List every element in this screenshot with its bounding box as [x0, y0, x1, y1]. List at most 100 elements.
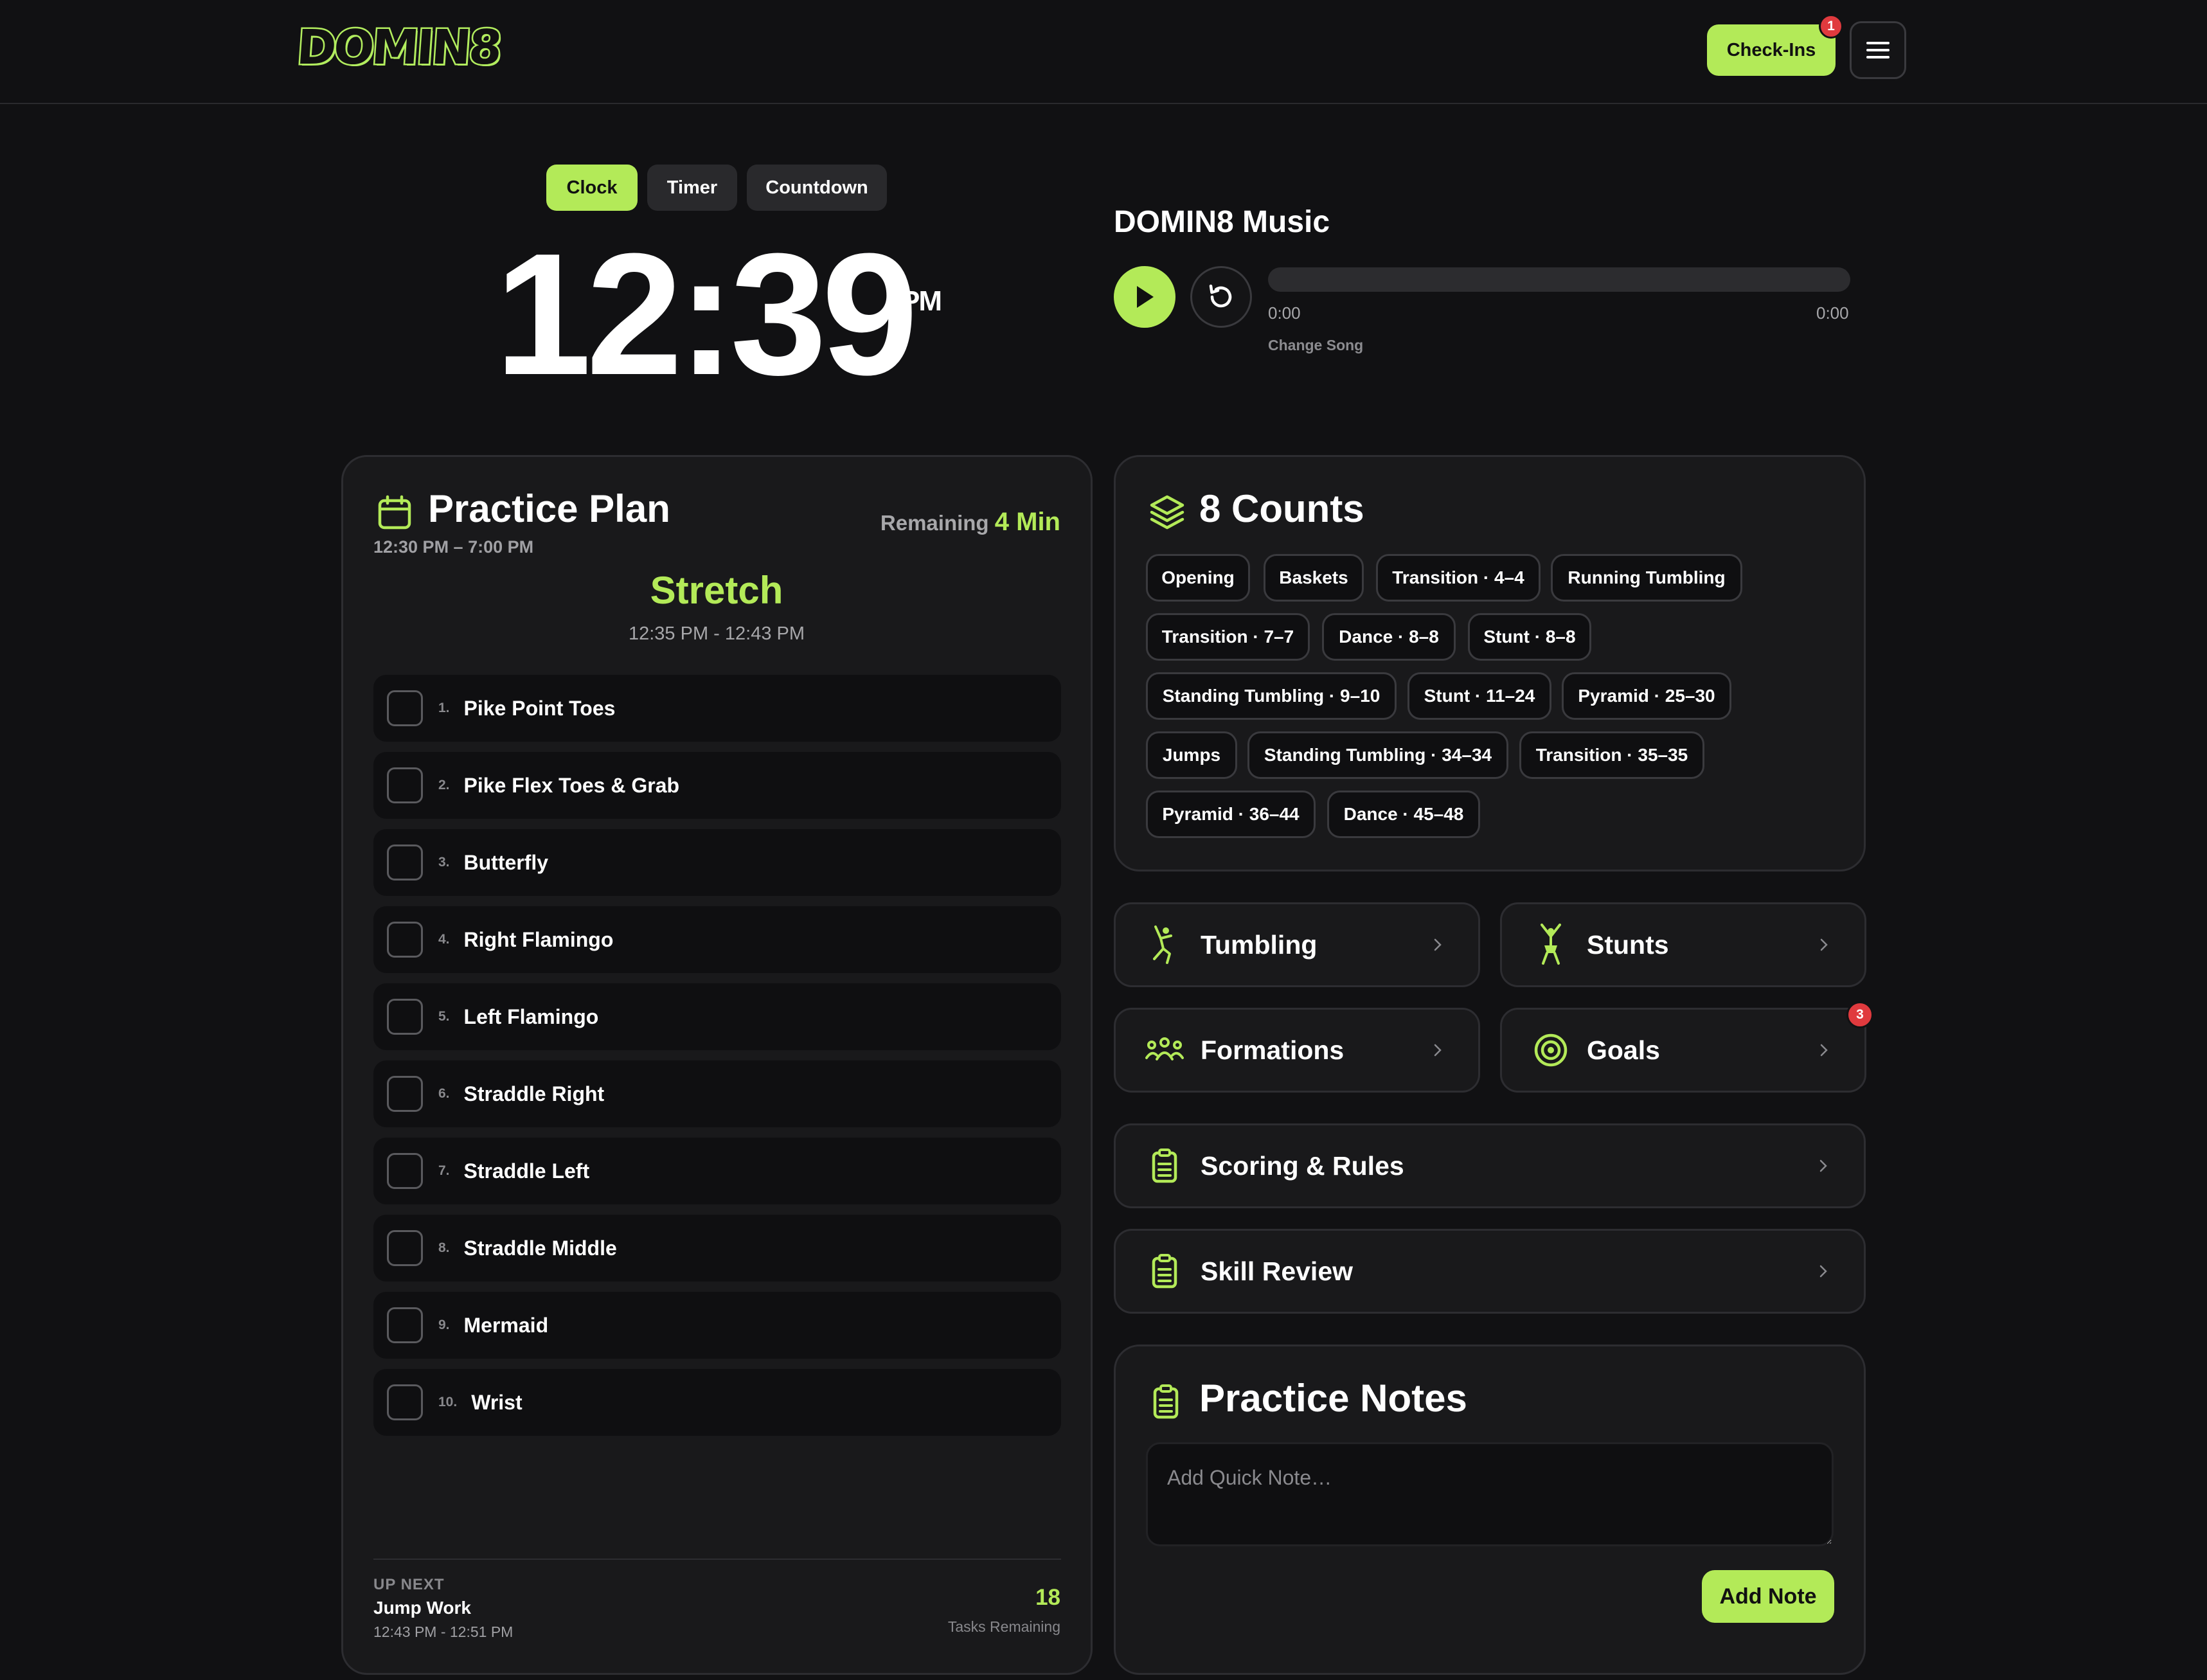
tab-countdown[interactable]: Countdown: [747, 165, 887, 211]
up-next-time: 12:43 PM - 12:51 PM: [373, 1623, 514, 1640]
task-number: 5.: [438, 1009, 450, 1024]
goals-label: Goals: [1587, 1035, 1660, 1065]
logo[interactable]: DOMIN8: [293, 18, 503, 77]
music-duration: 0:00: [1816, 303, 1849, 323]
task-row[interactable]: 5. Left Flamingo: [373, 983, 1061, 1050]
task-name: Pike Flex Toes & Grab: [463, 773, 680, 797]
count-chip[interactable]: Dance · 45–48: [1327, 791, 1480, 838]
scoring-rules-label: Scoring & Rules: [1201, 1150, 1404, 1181]
chevron-right-icon: [1819, 1265, 1827, 1278]
count-chip[interactable]: Stunt · 8–8: [1468, 613, 1591, 661]
count-chip[interactable]: Standing Tumbling · 9–10: [1146, 672, 1397, 720]
check-ins-badge: 1: [1819, 14, 1843, 39]
clipboard-icon: [1144, 1145, 1185, 1186]
stunts-tile[interactable]: Stunts: [1500, 902, 1866, 987]
skill-review-label: Skill Review: [1201, 1256, 1354, 1286]
check-ins-label: Check-Ins: [1726, 39, 1816, 60]
task-row[interactable]: 7. Straddle Left: [373, 1138, 1061, 1204]
task-row[interactable]: 4. Right Flamingo: [373, 906, 1061, 973]
task-number: 3.: [438, 855, 450, 870]
count-chip[interactable]: Transition · 35–35: [1519, 731, 1704, 779]
add-note-button[interactable]: Add Note: [1702, 1570, 1834, 1623]
task-number: 8.: [438, 1240, 450, 1255]
task-number: 2.: [438, 778, 450, 792]
task-checkbox[interactable]: [387, 1307, 423, 1343]
restart-button[interactable]: [1190, 266, 1252, 328]
task-row[interactable]: 8. Straddle Middle: [373, 1215, 1061, 1282]
task-checkbox[interactable]: [387, 690, 423, 726]
chevron-right-icon: [1434, 1044, 1442, 1057]
count-chip[interactable]: Opening: [1146, 554, 1250, 602]
menu-button[interactable]: [1850, 21, 1906, 79]
task-number: 7.: [438, 1163, 450, 1178]
goals-tile[interactable]: Goals: [1500, 1008, 1866, 1093]
clipboard-icon: [1144, 1251, 1185, 1292]
tab-timer[interactable]: Timer: [647, 165, 737, 211]
restart-icon: [1209, 284, 1232, 308]
counts-title: 8 Counts: [1199, 487, 1364, 530]
task-number: 9.: [438, 1318, 450, 1332]
music-title: DOMIN8 Music: [1114, 205, 1330, 239]
chevron-right-icon: [1819, 1159, 1827, 1172]
task-name: Straddle Right: [463, 1082, 605, 1105]
practice-plan-range: 12:30 PM – 7:00 PM: [373, 537, 534, 557]
check-ins-button[interactable]: Check-Ins: [1707, 24, 1836, 76]
task-number: 6.: [438, 1086, 450, 1101]
count-chip[interactable]: Standing Tumbling · 34–34: [1247, 731, 1508, 779]
task-checkbox[interactable]: [387, 922, 423, 958]
current-block-name: Stretch: [650, 569, 783, 612]
tumbling-tile[interactable]: Tumbling: [1114, 902, 1480, 987]
task-name: Wrist: [471, 1390, 523, 1414]
task-number: 10.: [438, 1395, 458, 1409]
change-song-link[interactable]: Change Song: [1268, 337, 1363, 354]
practice-notes-title: Practice Notes: [1199, 1377, 1467, 1420]
music-progress-bar[interactable]: [1268, 267, 1850, 292]
scoring-rules-tile[interactable]: Scoring & Rules: [1114, 1123, 1866, 1208]
count-chip[interactable]: Running Tumbling: [1551, 554, 1742, 602]
formations-label: Formations: [1201, 1035, 1345, 1065]
remaining-label: Remaining: [880, 511, 989, 535]
count-chip[interactable]: Transition · 7–7: [1146, 613, 1310, 661]
task-row[interactable]: 6. Straddle Right: [373, 1060, 1061, 1127]
target-icon: [1530, 1030, 1571, 1071]
count-chip[interactable]: Pyramid · 36–44: [1146, 791, 1316, 838]
task-name: Mermaid: [463, 1313, 549, 1337]
current-block-time: 12:35 PM - 12:43 PM: [628, 623, 805, 644]
task-row[interactable]: 9. Mermaid: [373, 1292, 1061, 1359]
count-chip[interactable]: Stunt · 11–24: [1407, 672, 1551, 720]
formations-tile[interactable]: Formations: [1114, 1008, 1480, 1093]
logo-text: DOMIN8: [293, 19, 503, 77]
quick-note-input[interactable]: [1146, 1442, 1834, 1546]
task-row[interactable]: 1. Pike Point Toes: [373, 675, 1061, 742]
task-row[interactable]: 3. Butterfly: [373, 829, 1061, 896]
task-name: Pike Point Toes: [463, 696, 616, 720]
task-checkbox[interactable]: [387, 1076, 423, 1112]
stunts-label: Stunts: [1587, 929, 1669, 960]
tasks-remaining-label: Tasks Remaining: [947, 1618, 1060, 1635]
count-chip[interactable]: Dance · 8–8: [1322, 613, 1456, 661]
task-row[interactable]: 10. Wrist: [373, 1369, 1061, 1436]
tab-clock[interactable]: Clock: [546, 165, 638, 211]
task-checkbox[interactable]: [387, 767, 423, 803]
play-button[interactable]: [1114, 266, 1175, 328]
clock-ampm: PM: [901, 285, 942, 317]
task-checkbox[interactable]: [387, 1153, 423, 1189]
remaining-value: 4 Min: [994, 508, 1060, 536]
count-chip[interactable]: Transition · 4–4: [1376, 554, 1541, 602]
task-name: Straddle Middle: [463, 1236, 617, 1260]
clock-time: 12:39: [495, 218, 918, 411]
music-current-time: 0:00: [1268, 303, 1301, 323]
task-row[interactable]: 2. Pike Flex Toes & Grab: [373, 752, 1061, 819]
count-chip[interactable]: Baskets: [1264, 554, 1364, 602]
task-checkbox[interactable]: [387, 999, 423, 1035]
task-checkbox[interactable]: [387, 1230, 423, 1266]
task-name: Left Flamingo: [463, 1005, 599, 1028]
count-chip[interactable]: Jumps: [1146, 731, 1237, 779]
task-checkbox[interactable]: [387, 844, 423, 880]
count-chip[interactable]: Pyramid · 25–30: [1562, 672, 1731, 720]
clipboard-icon: [1153, 1384, 1179, 1419]
task-number: 1.: [438, 701, 450, 715]
up-next-label: UP NEXT: [373, 1576, 445, 1593]
skill-review-tile[interactable]: Skill Review: [1114, 1229, 1866, 1314]
task-checkbox[interactable]: [387, 1384, 423, 1420]
